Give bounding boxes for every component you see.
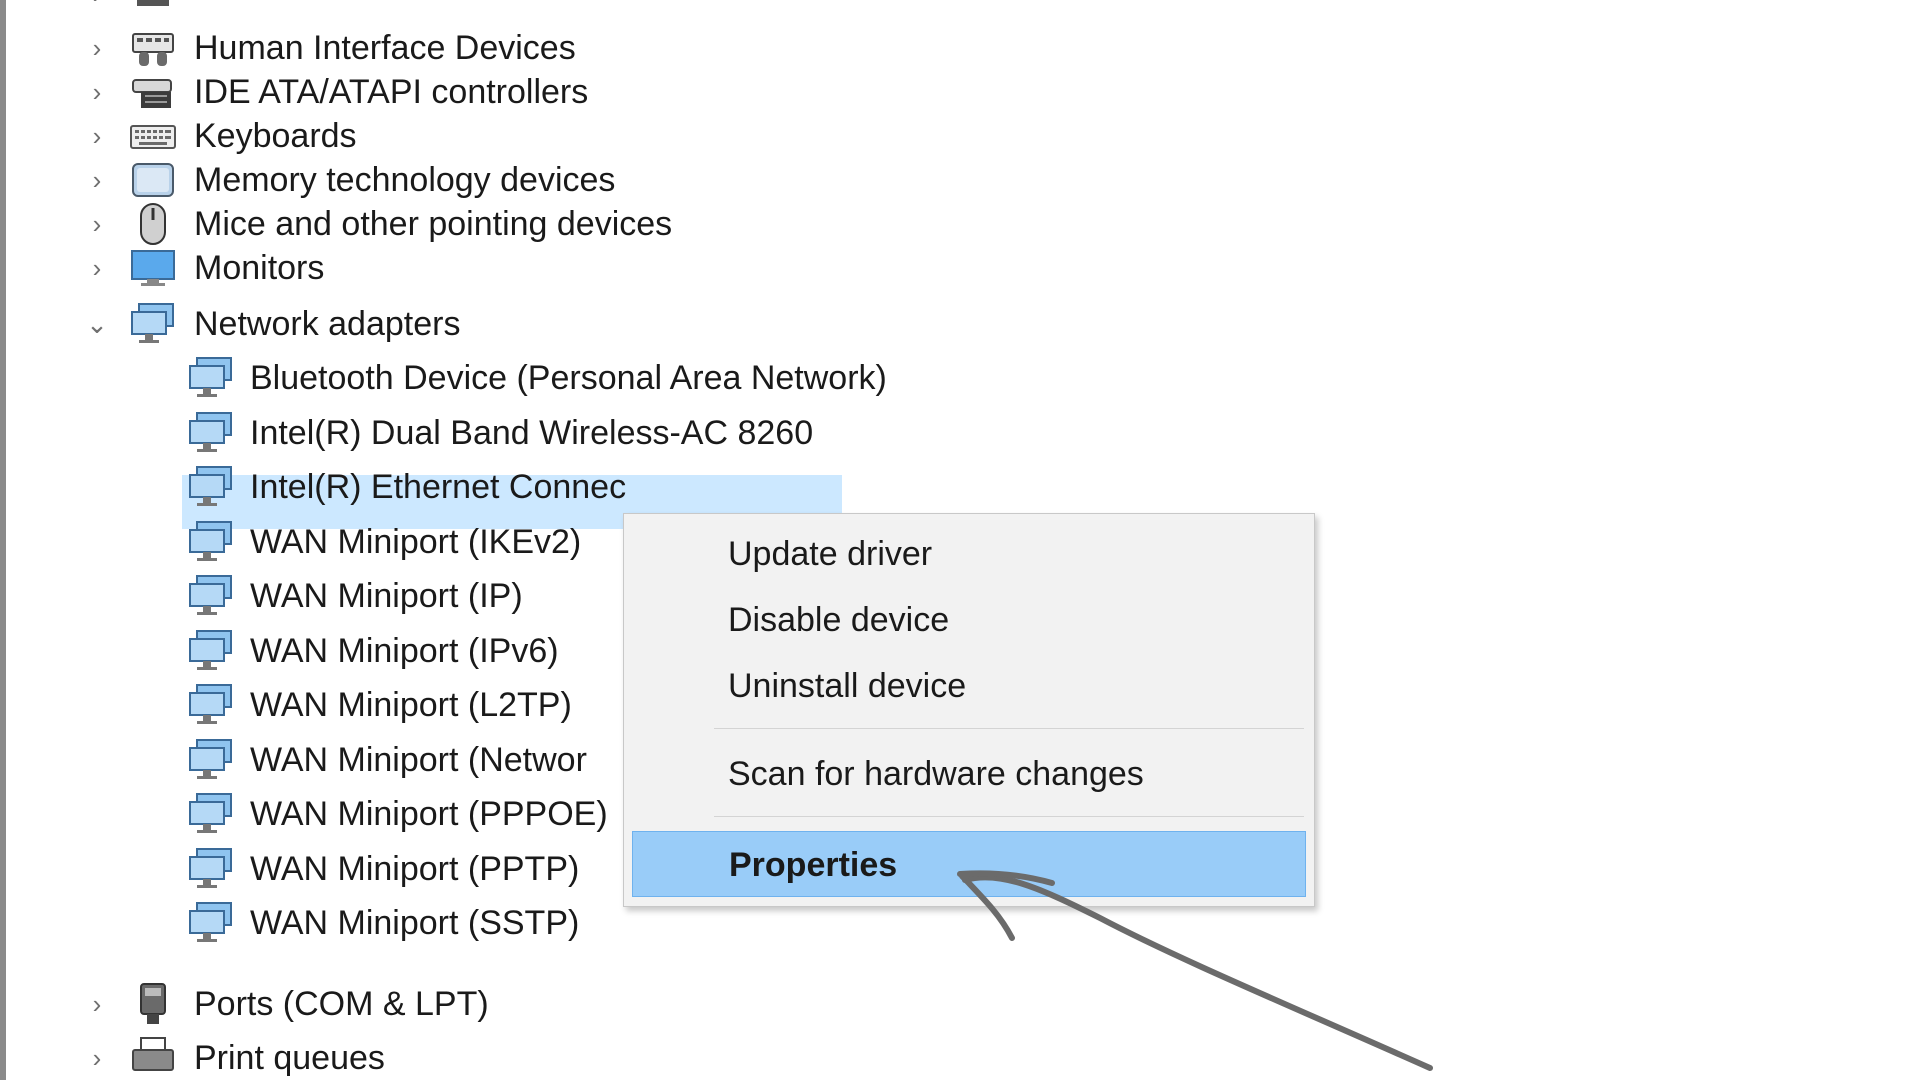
- network-adapter-label: Intel(R) Dual Band Wireless-AC 8260: [250, 414, 814, 452]
- menu-separator: [714, 816, 1304, 817]
- memory-card-icon: [128, 158, 178, 202]
- network-adapter-icon: [186, 847, 236, 891]
- tree-item-label: IDE ATA/ATAPI controllers: [194, 73, 589, 111]
- printer-icon: [128, 1036, 178, 1080]
- device-manager-view: › › Human Interface Devices ›: [0, 0, 1920, 1080]
- chevron-right-icon[interactable]: ›: [82, 156, 112, 204]
- tree-item-label: Network adapters: [194, 305, 461, 343]
- network-adapter-label: WAN Miniport (L2TP): [250, 686, 572, 724]
- chevron-right-icon[interactable]: ›: [82, 112, 112, 160]
- chevron-right-icon[interactable]: ›: [82, 244, 112, 292]
- network-adapter-label: WAN Miniport (SSTP): [250, 904, 580, 942]
- network-adapter-icon: [186, 683, 236, 727]
- ide-controller-icon: [128, 70, 178, 114]
- chevron-right-icon[interactable]: ›: [82, 980, 112, 1028]
- network-adapter-icon: [186, 792, 236, 836]
- context-menu: Update driver Disable device Uninstall d…: [623, 513, 1315, 907]
- tree-item-label: Print queues: [194, 1039, 385, 1077]
- network-adapter-icon: [186, 901, 236, 945]
- window-left-edge: [0, 0, 6, 1080]
- chevron-right-icon[interactable]: ›: [82, 68, 112, 116]
- network-adapter-icon: [186, 738, 236, 782]
- network-adapter-icon: [186, 411, 236, 455]
- tree-item-label: Monitors: [194, 249, 325, 287]
- tree-item-label: Human Interface Devices: [194, 29, 576, 67]
- tree-item-label: Memory technology devices: [194, 161, 616, 199]
- network-adapter-label: WAN Miniport (PPTP): [250, 850, 580, 888]
- menu-item-uninstall-device[interactable]: Uninstall device: [624, 656, 1314, 716]
- menu-separator: [714, 728, 1304, 729]
- menu-item-properties[interactable]: Properties: [632, 831, 1306, 897]
- chevron-right-icon[interactable]: ›: [82, 1034, 112, 1080]
- chevron-down-icon[interactable]: ⌄: [82, 300, 112, 348]
- menu-item-label: Disable device: [728, 601, 950, 639]
- network-adapter-label: WAN Miniport (IP): [250, 577, 523, 615]
- tree-item-label: Ports (COM & LPT): [194, 985, 489, 1023]
- menu-item-label: Update driver: [728, 535, 933, 573]
- network-adapter-label: Intel(R) Ethernet Connec: [250, 468, 627, 506]
- network-adapter-label: WAN Miniport (IPv6): [250, 632, 559, 670]
- chevron-right-icon[interactable]: ›: [82, 24, 112, 72]
- network-adapter-label: Bluetooth Device (Personal Area Network): [250, 359, 887, 397]
- network-adapter-label: WAN Miniport (IKEv2): [250, 523, 582, 561]
- port-icon: [128, 982, 178, 1026]
- network-adapter-icon: [186, 520, 236, 564]
- network-adapter-icon: [186, 356, 236, 400]
- chevron-right-icon[interactable]: ›: [82, 200, 112, 248]
- hid-icon: [128, 26, 178, 70]
- keyboard-icon: [128, 114, 178, 158]
- menu-item-label: Scan for hardware changes: [728, 755, 1144, 793]
- network-adapter-label: WAN Miniport (PPPOE): [250, 795, 608, 833]
- monitor-icon: [128, 246, 178, 290]
- menu-item-scan-hardware[interactable]: Scan for hardware changes: [624, 744, 1314, 804]
- network-adapter-icon: [186, 629, 236, 673]
- network-adapter-icon: [186, 465, 236, 509]
- tree-item-label: Mice and other pointing devices: [194, 205, 673, 243]
- chevron-right-icon[interactable]: ›: [82, 0, 112, 18]
- menu-item-label: Properties: [729, 846, 898, 884]
- menu-item-label: Uninstall device: [728, 667, 967, 705]
- network-adapter-icon: [186, 574, 236, 618]
- network-adapter-label: WAN Miniport (Networ: [250, 741, 587, 779]
- network-adapter-icon: [128, 302, 178, 346]
- menu-item-update-driver[interactable]: Update driver: [624, 524, 1314, 584]
- menu-item-disable-device[interactable]: Disable device: [624, 590, 1314, 650]
- firmware-icon: [128, 0, 178, 16]
- mouse-icon: [128, 202, 178, 246]
- tree-item-label: Keyboards: [194, 117, 357, 155]
